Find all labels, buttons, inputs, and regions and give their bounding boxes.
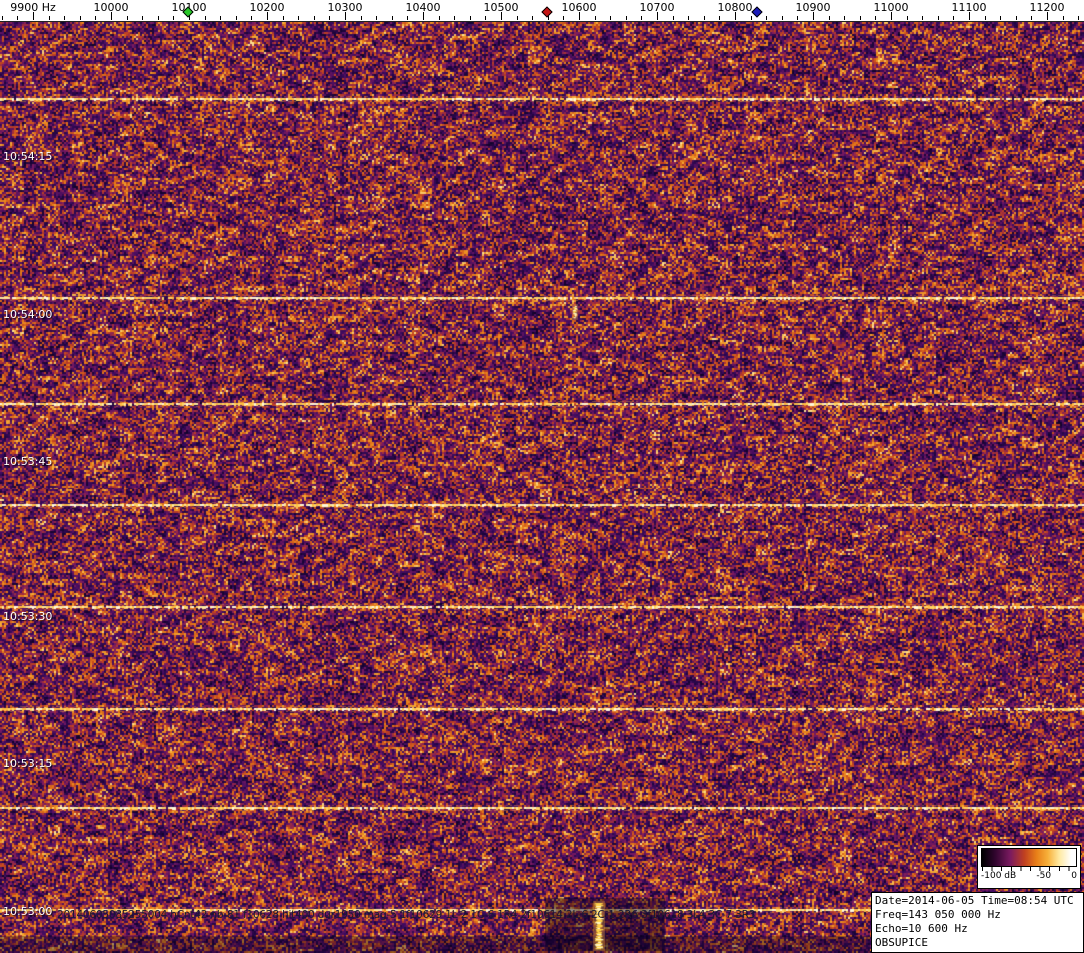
ruler-tick (907, 16, 908, 20)
ruler-tick (860, 16, 861, 20)
frequency-tick-label: 10700 (640, 1, 675, 14)
ruler-tick (1000, 16, 1001, 20)
ruler-tick (205, 16, 206, 20)
frequency-tick-label: 10600 (562, 1, 597, 14)
frequency-tick-label: 10900 (796, 1, 831, 14)
ruler-tick (361, 16, 362, 20)
frequency-tick-label: 10200 (250, 1, 285, 14)
time-label: 10:54:00 (3, 308, 52, 321)
frequency-tick-label: 10500 (484, 1, 519, 14)
ruler-tick (127, 16, 128, 20)
ruler-tick (95, 16, 96, 20)
ruler-tick (376, 16, 377, 20)
ruler-tick (704, 16, 705, 20)
ruler-tick (142, 16, 143, 20)
colorbar: -100 dB -50 0 (977, 845, 1081, 889)
frequency-tick-label: 10300 (328, 1, 363, 14)
ruler-tick (329, 16, 330, 20)
time-label: 10:53:15 (3, 757, 52, 770)
frequency-tick-label: 10000 (94, 1, 129, 14)
ruler-tick (829, 16, 830, 20)
ruler-tick (922, 16, 923, 20)
ruler-tick (563, 16, 564, 20)
colorbar-labels: -100 dB -50 0 (981, 871, 1077, 882)
ruler-tick (2, 16, 3, 20)
time-label: 10:53:45 (3, 455, 52, 468)
ruler-tick (875, 16, 876, 20)
info-line-station: OBSUPICE (875, 936, 1080, 950)
ruler-tick (782, 16, 783, 20)
frequency-tick-label: 10400 (406, 1, 441, 14)
ruler-tick (610, 16, 611, 20)
spectrogram-canvas[interactable] (0, 22, 1084, 953)
ruler-tick (470, 16, 471, 20)
ruler-tick (719, 16, 720, 20)
time-label: 10:54:15 (3, 150, 52, 163)
ruler-tick (766, 16, 767, 20)
ruler-tick (64, 16, 65, 20)
ruler-tick (173, 16, 174, 20)
colorbar-gradient (981, 848, 1077, 867)
frequency-tick-label: 11000 (874, 1, 909, 14)
ruler-tick (985, 16, 986, 20)
ruler-tick (49, 16, 50, 20)
info-line-echo: Echo=10 600 Hz (875, 922, 1080, 936)
ruler-tick (751, 16, 752, 20)
ruler-tick (938, 16, 939, 20)
ruler-tick (17, 16, 18, 20)
frequency-tick-label: 9900 Hz (10, 1, 56, 14)
frequency-ruler[interactable]: 9900 Hz100001010010200103001040010500106… (0, 0, 1084, 22)
ruler-tick (251, 16, 252, 20)
ruler-tick (298, 16, 299, 20)
ruler-tick (532, 16, 533, 20)
ruler-tick (1031, 16, 1032, 20)
colorbar-label-mid: -50 (1036, 871, 1051, 882)
info-box: Date=2014-06-05 Time=08:54 UTC Freq=143 … (871, 892, 1084, 953)
ruler-tick (953, 16, 954, 20)
ruler-tick (1016, 16, 1017, 20)
info-line-date: Date=2014-06-05 Time=08:54 UTC (875, 894, 1080, 908)
time-label: 10:53:30 (3, 610, 52, 623)
marker-red-diamond[interactable] (541, 6, 552, 17)
ruler-tick (392, 16, 393, 20)
ruler-tick (80, 16, 81, 20)
frequency-tick-label: 11100 (952, 1, 987, 14)
ruler-tick (844, 16, 845, 20)
ruler-tick (517, 16, 518, 20)
ruler-tick (220, 16, 221, 20)
ruler-tick (236, 16, 237, 20)
ruler-tick (641, 16, 642, 20)
ruler-tick (158, 16, 159, 20)
frequency-tick-label: 11200 (1030, 1, 1065, 14)
time-label: 10:53:00 (3, 905, 52, 918)
ruler-tick (283, 16, 284, 20)
ruler-tick (454, 16, 455, 20)
ruler-tick (485, 16, 486, 20)
ruler-tick (797, 16, 798, 20)
frequency-tick-label: 10800 (718, 1, 753, 14)
event-annotation-text: 20140605085255004 hCnt42 nb-81 f10628 hi… (57, 909, 755, 921)
ruler-tick (673, 16, 674, 20)
ruler-tick (1078, 16, 1079, 20)
info-line-freq: Freq=143 050 000 Hz (875, 908, 1080, 922)
marker-blue-diamond[interactable] (752, 6, 763, 17)
ruler-tick (314, 16, 315, 20)
colorbar-label-min: -100 dB (981, 871, 1016, 882)
ruler-tick (688, 16, 689, 20)
ruler-tick (595, 16, 596, 20)
spectrogram-app: 9900 Hz100001010010200103001040010500106… (0, 0, 1084, 953)
ruler-tick (1063, 16, 1064, 20)
ruler-tick (407, 16, 408, 20)
colorbar-label-max: 0 (1071, 871, 1077, 882)
ruler-tick (626, 16, 627, 20)
ruler-tick (439, 16, 440, 20)
